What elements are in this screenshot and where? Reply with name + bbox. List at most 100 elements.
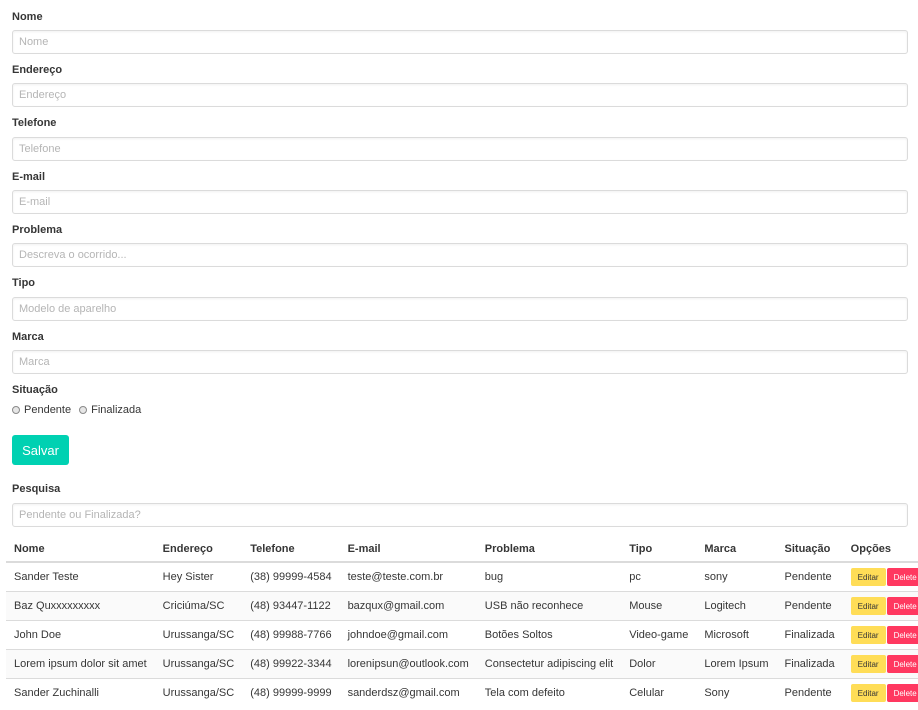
cell-opcoes: Editar Delete bbox=[842, 562, 918, 592]
nome-input[interactable] bbox=[12, 30, 908, 54]
cell-tipo: pc bbox=[621, 562, 697, 592]
cell-situacao: Finalizada bbox=[776, 649, 843, 679]
row-actions: Editar Delete bbox=[850, 568, 918, 586]
cell-email: johndoe@gmail.com bbox=[339, 620, 477, 650]
cell-tipo: Celular bbox=[629, 687, 665, 699]
cell-telefone: (48) 99988-7766 bbox=[242, 620, 340, 650]
delete-button[interactable]: Delete bbox=[886, 568, 918, 586]
radio-option-pendente[interactable]: Pendente bbox=[12, 404, 71, 416]
cell-email: lorenipsun@outlook.com bbox=[339, 649, 477, 679]
search-label: Pesquisa bbox=[12, 483, 61, 495]
cell-tipo: Mouse bbox=[621, 591, 697, 621]
table-row: Sander Zuchinalli Urussanga/SC (48) 99999-… bbox=[6, 679, 918, 708]
cell-endereco: Urussanga/SC bbox=[162, 687, 235, 699]
cell-opcoes: Editar Delete bbox=[842, 620, 918, 650]
cell-email: sanderdsz@gmail.com bbox=[347, 687, 460, 699]
cell-telefone: (48) 99922-3344 bbox=[242, 649, 340, 679]
save-button[interactable]: Salvar bbox=[12, 435, 69, 465]
cell-email: teste@teste.com.br bbox=[339, 562, 477, 592]
cell-marca: Microsoft bbox=[696, 620, 777, 650]
header-email: E-mail bbox=[339, 536, 477, 563]
row-actions: Editar Delete bbox=[850, 597, 918, 615]
cell-endereco: Urussanga/SC bbox=[154, 649, 243, 679]
problema-input[interactable] bbox=[12, 243, 908, 267]
edit-button[interactable]: Editar bbox=[850, 655, 886, 673]
cell-telefone: (48) 93447-1122 bbox=[242, 591, 340, 621]
radio-label-pendente: Pendente bbox=[24, 404, 72, 416]
cell-nome: Sander Teste bbox=[6, 562, 155, 592]
situacao-label: Situação bbox=[12, 384, 58, 396]
delete-button[interactable]: Delete bbox=[886, 597, 918, 615]
table-row: Sander Teste Hey Sister (38) 99999-4584 tes… bbox=[6, 562, 918, 592]
cell-marca: Lorem Ipsum bbox=[696, 649, 777, 679]
radio-button-pendente[interactable] bbox=[12, 406, 20, 414]
radio-button-finalizada[interactable] bbox=[79, 406, 88, 414]
cell-endereco: Criciúma/SC bbox=[154, 591, 243, 621]
cell-marca: sony bbox=[696, 562, 777, 592]
cell-situacao: Pendente bbox=[776, 562, 843, 592]
endereco-label: Endereço bbox=[12, 64, 63, 76]
cell-situacao: Pendente bbox=[776, 591, 843, 621]
cell-tipo: Dolor bbox=[621, 649, 697, 679]
header-nome: Nome bbox=[6, 536, 155, 563]
cell-tipo: Video-game bbox=[621, 620, 697, 650]
endereco-input[interactable] bbox=[12, 83, 908, 107]
tipo-input[interactable] bbox=[12, 297, 908, 321]
header-endereco: Endereço bbox=[154, 536, 243, 563]
cell-nome: John Doe bbox=[6, 620, 155, 650]
radio-label-finalizada: Finalizada bbox=[91, 404, 142, 416]
email-input[interactable] bbox=[12, 190, 908, 214]
header-tipo: Tipo bbox=[621, 536, 697, 563]
delete-button[interactable]: Delete bbox=[886, 626, 918, 644]
cell-marca: Logitech bbox=[696, 591, 777, 621]
email-label: E-mail bbox=[12, 171, 46, 183]
search-input[interactable] bbox=[12, 503, 908, 527]
cell-marca: Sony bbox=[704, 687, 730, 699]
cell-problema: Consectetur adipiscing elit bbox=[476, 649, 622, 679]
situacao-radio-group: Pendente Finalizada bbox=[12, 404, 149, 416]
header-situacao: Situação bbox=[776, 536, 843, 563]
row-actions: Editar Delete bbox=[850, 626, 918, 644]
header-opcoes: Opções bbox=[842, 536, 918, 563]
cell-situacao: Finalizada bbox=[776, 620, 843, 650]
delete-button[interactable]: Delete bbox=[886, 684, 918, 702]
cell-opcoes: Editar Delete bbox=[843, 679, 918, 708]
cell-nome: Sander Zuchinalli bbox=[14, 687, 99, 699]
cell-email: bazqux@gmail.com bbox=[339, 591, 477, 621]
table-row: Lorem ipsum dolor sit amet Urussanga/SC (4… bbox=[6, 649, 918, 679]
radio-option-finalizada[interactable]: Finalizada bbox=[79, 404, 141, 416]
cell-nome: Lorem ipsum dolor sit amet bbox=[6, 649, 155, 679]
cell-endereco: Urussanga/SC bbox=[154, 620, 243, 650]
row-actions: Editar Delete bbox=[850, 684, 918, 702]
cell-problema: Tela com defeito bbox=[484, 687, 565, 699]
table-row: John Doe Urussanga/SC (48) 99988-7766 johnd… bbox=[6, 620, 918, 650]
cell-telefone: (48) 99999-9999 bbox=[250, 687, 332, 699]
cell-opcoes: Editar Delete bbox=[842, 591, 918, 621]
cell-situacao: Pendente bbox=[784, 687, 832, 699]
cell-problema: USB não reconhece bbox=[476, 591, 622, 621]
edit-button[interactable]: Editar bbox=[850, 626, 886, 644]
nome-label: Nome bbox=[12, 11, 43, 23]
header-problema: Problema bbox=[476, 536, 622, 563]
results-table: Nome Endereço Telefone E-mail Problema T… bbox=[6, 536, 918, 707]
table-header-row: Nome Endereço Telefone E-mail Problema T… bbox=[6, 536, 918, 563]
cell-endereco: Hey Sister bbox=[154, 562, 243, 592]
telefone-input[interactable] bbox=[12, 137, 908, 161]
edit-button[interactable]: Editar bbox=[850, 597, 886, 615]
delete-button[interactable]: Delete bbox=[886, 655, 918, 673]
cell-telefone: (38) 99999-4584 bbox=[242, 562, 340, 592]
edit-button[interactable]: Editar bbox=[850, 684, 886, 702]
header-marca: Marca bbox=[696, 536, 777, 563]
cell-problema: bug bbox=[476, 562, 622, 592]
problema-label: Problema bbox=[12, 224, 63, 236]
header-telefone: Telefone bbox=[242, 536, 340, 563]
tipo-label: Tipo bbox=[12, 277, 36, 289]
telefone-label: Telefone bbox=[12, 117, 57, 129]
table-row: Baz Quxxxxxxxxx Criciúma/SC (48) 93447-112… bbox=[6, 591, 918, 621]
edit-button[interactable]: Editar bbox=[850, 568, 886, 586]
marca-input[interactable] bbox=[12, 350, 908, 374]
row-actions: Editar Delete bbox=[850, 655, 918, 673]
marca-label: Marca bbox=[12, 331, 44, 343]
cell-nome: Baz Quxxxxxxxxx bbox=[6, 591, 155, 621]
cell-opcoes: Editar Delete bbox=[842, 649, 918, 679]
